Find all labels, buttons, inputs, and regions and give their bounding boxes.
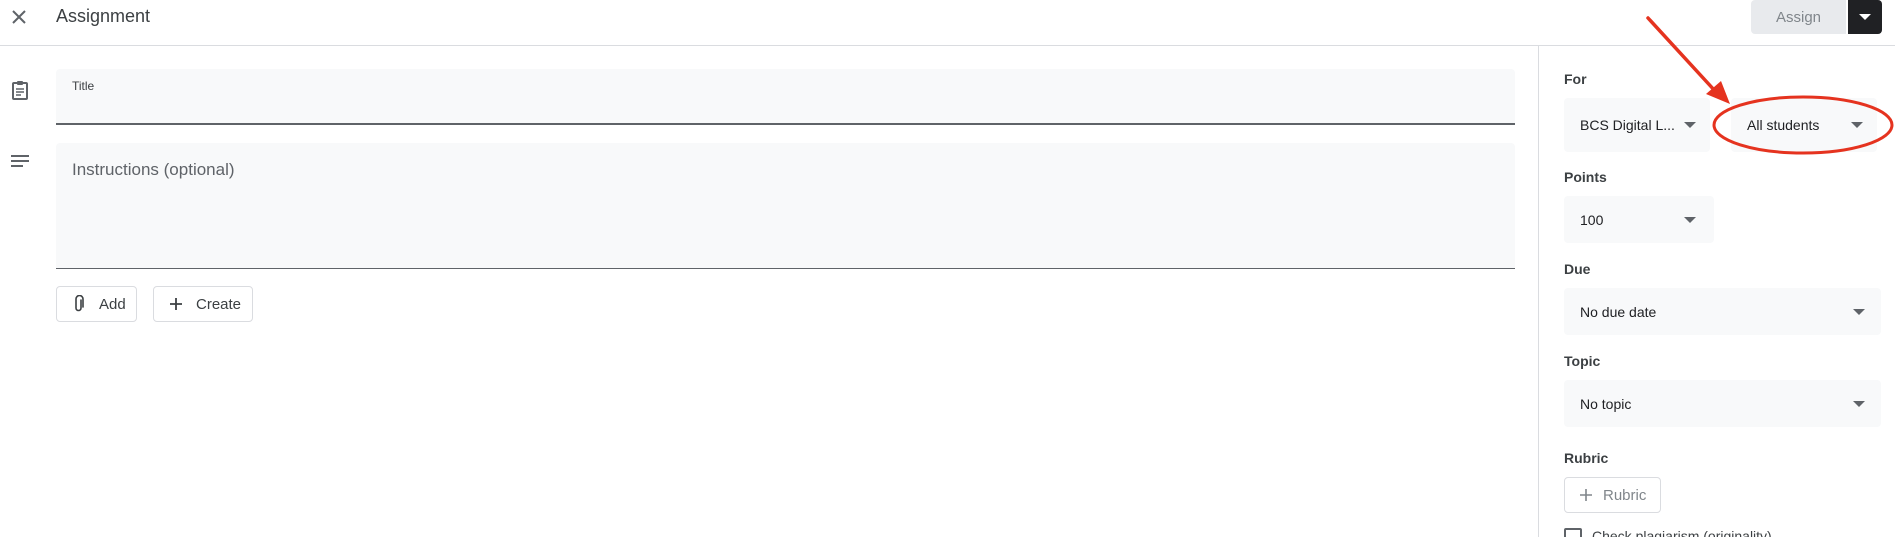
- class-select[interactable]: BCS Digital L...: [1564, 98, 1710, 152]
- plagiarism-checkbox[interactable]: [1564, 528, 1582, 537]
- title-field-label: Title: [72, 79, 95, 93]
- instructions-placeholder: Instructions (optional): [72, 160, 235, 179]
- dropdown-caret-icon: [1684, 122, 1696, 128]
- due-date-select[interactable]: No due date: [1564, 288, 1881, 335]
- add-attachment-button[interactable]: Add: [56, 286, 137, 322]
- due-date-value: No due date: [1580, 303, 1657, 320]
- assign-button[interactable]: Assign: [1751, 0, 1846, 34]
- dropdown-caret-icon: [1684, 216, 1696, 223]
- paperclip-icon: [69, 294, 89, 314]
- add-rubric-button[interactable]: Rubric: [1564, 477, 1661, 513]
- dropdown-caret-icon: [1859, 14, 1871, 20]
- assign-options-button[interactable]: [1848, 0, 1882, 34]
- dropdown-caret-icon: [1851, 122, 1863, 128]
- plagiarism-label: Check plagiarism (originality): [1592, 528, 1772, 537]
- instructions-field[interactable]: Instructions (optional): [56, 143, 1515, 269]
- students-select-value: All students: [1747, 117, 1820, 133]
- points-label: Points: [1564, 169, 1607, 185]
- plus-icon: [166, 294, 186, 314]
- assignment-clipboard-icon: [8, 78, 32, 102]
- plus-icon: [1577, 486, 1595, 504]
- rubric-button-label: Rubric: [1603, 486, 1647, 504]
- create-button-label: Create: [196, 295, 242, 313]
- notes-lines-icon: [8, 150, 32, 174]
- dropdown-caret-icon: [1853, 400, 1865, 407]
- points-select-value: 100: [1580, 211, 1604, 228]
- topic-label: Topic: [1564, 353, 1601, 369]
- add-button-label: Add: [99, 295, 126, 313]
- rubric-label: Rubric: [1564, 450, 1609, 466]
- close-icon: [12, 10, 26, 24]
- points-select[interactable]: 100: [1564, 196, 1714, 243]
- create-button[interactable]: Create: [153, 286, 253, 322]
- close-button[interactable]: [4, 2, 34, 32]
- topic-select-value: No topic: [1580, 395, 1632, 412]
- dropdown-caret-icon: [1853, 308, 1865, 315]
- page-title: Assignment: [56, 6, 151, 26]
- title-field[interactable]: Title: [56, 69, 1515, 125]
- due-label: Due: [1564, 261, 1591, 277]
- top-app-bar: Assignment Assign: [0, 0, 1895, 46]
- students-select[interactable]: All students: [1731, 98, 1877, 152]
- topic-select[interactable]: No topic: [1564, 380, 1881, 427]
- for-label: For: [1564, 71, 1587, 87]
- class-select-value: BCS Digital L...: [1580, 117, 1675, 133]
